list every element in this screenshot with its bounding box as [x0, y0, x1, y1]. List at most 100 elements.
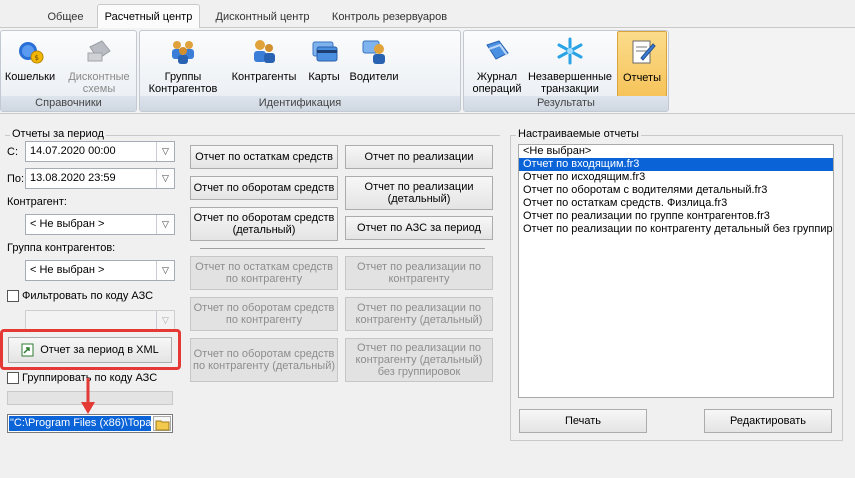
- sales-contr-det-label-1: Отчет по реализации по: [356, 302, 482, 314]
- cards-icon: [312, 41, 338, 62]
- custom-reports-list[interactable]: <Не выбран> Отчет по входящим.fr3 Отчет …: [518, 144, 834, 398]
- export-xml-icon: [21, 343, 34, 357]
- list-item[interactable]: Отчет по реализации по группе контрагент…: [519, 210, 833, 223]
- sales-by-contractor-detail-button[interactable]: Отчет по реализации по контрагенту (дета…: [345, 297, 493, 331]
- sales-contr-nogroup-label-2: контрагенту (детальный): [355, 354, 483, 366]
- stock-report-button[interactable]: Отчет по остаткам средств: [190, 145, 338, 169]
- snowflake-icon: [557, 37, 583, 65]
- xml-report-button[interactable]: Отчет за период в XML: [8, 337, 172, 363]
- sales-contr-nogroup-label-3: без группировок: [377, 366, 461, 378]
- tab-discount-center[interactable]: Дисконтный центр: [205, 7, 320, 28]
- contractor-groups-label-1: Группы: [164, 71, 202, 83]
- filter-azs-checkbox[interactable]: [7, 290, 19, 302]
- discount-schemes-label-2: схемы: [82, 83, 116, 95]
- print-button[interactable]: Печать: [519, 409, 647, 433]
- output-path-value: "C:\Program Files (x86)\Topa: [9, 416, 151, 431]
- operations-journal-button[interactable]: Журнал операций: [469, 31, 525, 97]
- ribbon-group-results: Журнал операций Незавершенные транзакции: [463, 30, 669, 112]
- stock-contr-label-1: Отчет по остаткам средств: [195, 261, 333, 273]
- sales-by-contractor-button[interactable]: Отчет по реализации по контрагенту: [345, 256, 493, 290]
- list-item[interactable]: Отчет по реализации по контрагенту детал…: [519, 223, 833, 236]
- chevron-down-icon[interactable]: ▽: [156, 215, 174, 234]
- azs-period-report-button[interactable]: Отчет по АЗС за период: [345, 216, 493, 240]
- discount-schemes-label-1: Дисконтные: [68, 71, 130, 83]
- turn-contr-det-label-1: Отчет по оборотам средств: [193, 348, 335, 360]
- drivers-button[interactable]: Водители: [346, 31, 402, 97]
- contractor-group-label: Группа контрагентов:: [7, 242, 116, 254]
- sales-report-button[interactable]: Отчет по реализации: [345, 145, 493, 169]
- tab-general[interactable]: Общее: [38, 7, 93, 28]
- ribbon-group-identification: Группы Контрагентов Контрагенты Карты Во…: [139, 30, 461, 112]
- tab-bar: Общее Расчетный центр Дисконтный центр К…: [0, 0, 855, 29]
- azs-code-select[interactable]: ▽: [25, 310, 175, 331]
- unfinished-transactions-button[interactable]: Незавершенные транзакции: [527, 31, 613, 97]
- cards-label: Карты: [308, 71, 340, 83]
- sales-by-contractor-nogroup-button[interactable]: Отчет по реализации по контрагенту (дета…: [345, 338, 493, 382]
- turnover-report-button[interactable]: Отчет по оборотам средств: [190, 176, 338, 200]
- contractor-groups-label-2: Контрагентов: [148, 83, 218, 95]
- chevron-down-icon[interactable]: ▽: [156, 261, 174, 280]
- turnover-detail-label-1: Отчет по оборотам средств: [193, 212, 335, 224]
- from-datetime-value: 14.07.2020 00:00: [30, 145, 116, 157]
- tab-tank-control[interactable]: Контроль резервуаров: [322, 7, 457, 28]
- contractor-select[interactable]: < Не выбран > ▽: [25, 214, 175, 235]
- chevron-down-icon[interactable]: ▽: [156, 142, 174, 161]
- turn-contr-label-2: по контрагенту: [225, 314, 303, 326]
- from-datetime-input[interactable]: 14.07.2020 00:00 ▽: [25, 141, 175, 162]
- group-by-azs-checkbox[interactable]: [7, 372, 19, 384]
- sales-detail-report-button[interactable]: Отчет по реализации (детальный): [345, 176, 493, 210]
- discount-schemes-icon: [87, 40, 111, 62]
- wallets-label: Кошельки: [4, 71, 56, 83]
- period-panel-title: Отчеты за период: [10, 128, 106, 140]
- sales-contr-label-2: контрагенту: [388, 273, 450, 285]
- drivers-label: Водители: [349, 71, 399, 83]
- contractors-label: Контрагенты: [231, 71, 297, 83]
- contractors-button[interactable]: Контрагенты: [228, 31, 300, 97]
- separator: [200, 248, 485, 249]
- reports-icon: [632, 40, 656, 64]
- chevron-down-icon: ▽: [156, 311, 174, 330]
- sales-contr-nogroup-label-1: Отчет по реализации по: [356, 342, 482, 354]
- filter-azs-label: Фильтровать по коду АЗС: [22, 290, 154, 302]
- journal-label-2: операций: [472, 83, 522, 95]
- sales-contr-det-label-2: контрагенту (детальный): [355, 314, 483, 326]
- discount-schemes-button[interactable]: Дисконтные схемы: [61, 31, 137, 97]
- ribbon-group-directories: $ Кошельки Дисконтные схемы Справочники: [0, 30, 137, 112]
- turnover-by-contractor-detail-button[interactable]: Отчет по оборотам средств по контрагенту…: [190, 338, 338, 382]
- edit-button[interactable]: Редактировать: [704, 409, 832, 433]
- stock-by-contractor-button[interactable]: Отчет по остаткам средств по контрагенту: [190, 256, 338, 290]
- output-path-input[interactable]: "C:\Program Files (x86)\Topa: [7, 414, 173, 433]
- contractor-select-value: < Не выбран >: [30, 218, 105, 230]
- list-item[interactable]: Отчет по остаткам средств. Физлица.fr3: [519, 197, 833, 210]
- wallets-button[interactable]: $ Кошельки: [2, 31, 58, 97]
- list-item[interactable]: <Не выбран>: [519, 145, 833, 158]
- list-item[interactable]: Отчет по оборотам с водителями детальный…: [519, 184, 833, 197]
- sales-contr-label-1: Отчет по реализации по: [356, 261, 482, 273]
- reports-button[interactable]: Отчеты: [617, 31, 667, 97]
- unfinished-label-1: Незавершенные: [527, 71, 613, 83]
- custom-reports-title: Настраиваемые отчеты: [516, 128, 641, 140]
- unfinished-label-2: транзакции: [541, 83, 599, 95]
- to-datetime-input[interactable]: 13.08.2020 23:59 ▽: [25, 168, 175, 189]
- wallet-icon: $: [19, 42, 44, 64]
- ribbon-group-label-results: Результаты: [464, 96, 668, 111]
- contractors-icon: [254, 40, 275, 63]
- turn-contr-det-label-2: по контрагенту (детальный): [192, 360, 336, 372]
- list-item-selected[interactable]: Отчет по входящим.fr3: [519, 158, 833, 171]
- cards-button[interactable]: Карты: [304, 31, 344, 97]
- contractor-label: Контрагент:: [7, 196, 67, 208]
- journal-icon: [486, 40, 509, 60]
- list-item[interactable]: Отчет по исходящим.fr3: [519, 171, 833, 184]
- turnover-detail-report-button[interactable]: Отчет по оборотам средств (детальный): [190, 207, 338, 241]
- contractor-groups-button[interactable]: Группы Контрагентов: [144, 31, 222, 97]
- tab-settlement-center[interactable]: Расчетный центр: [97, 4, 200, 29]
- chevron-down-icon[interactable]: ▽: [156, 169, 174, 188]
- turnover-detail-label-2: (детальный): [232, 224, 296, 236]
- turn-contr-label-1: Отчет по оборотам средств: [193, 302, 335, 314]
- folder-icon[interactable]: [153, 416, 171, 431]
- drivers-icon: [362, 40, 385, 64]
- contractor-group-select[interactable]: < Не выбран > ▽: [25, 260, 175, 281]
- ribbon-group-label-identification: Идентификация: [140, 96, 460, 111]
- from-label: С:: [7, 146, 18, 158]
- turnover-by-contractor-button[interactable]: Отчет по оборотам средств по контрагенту: [190, 297, 338, 331]
